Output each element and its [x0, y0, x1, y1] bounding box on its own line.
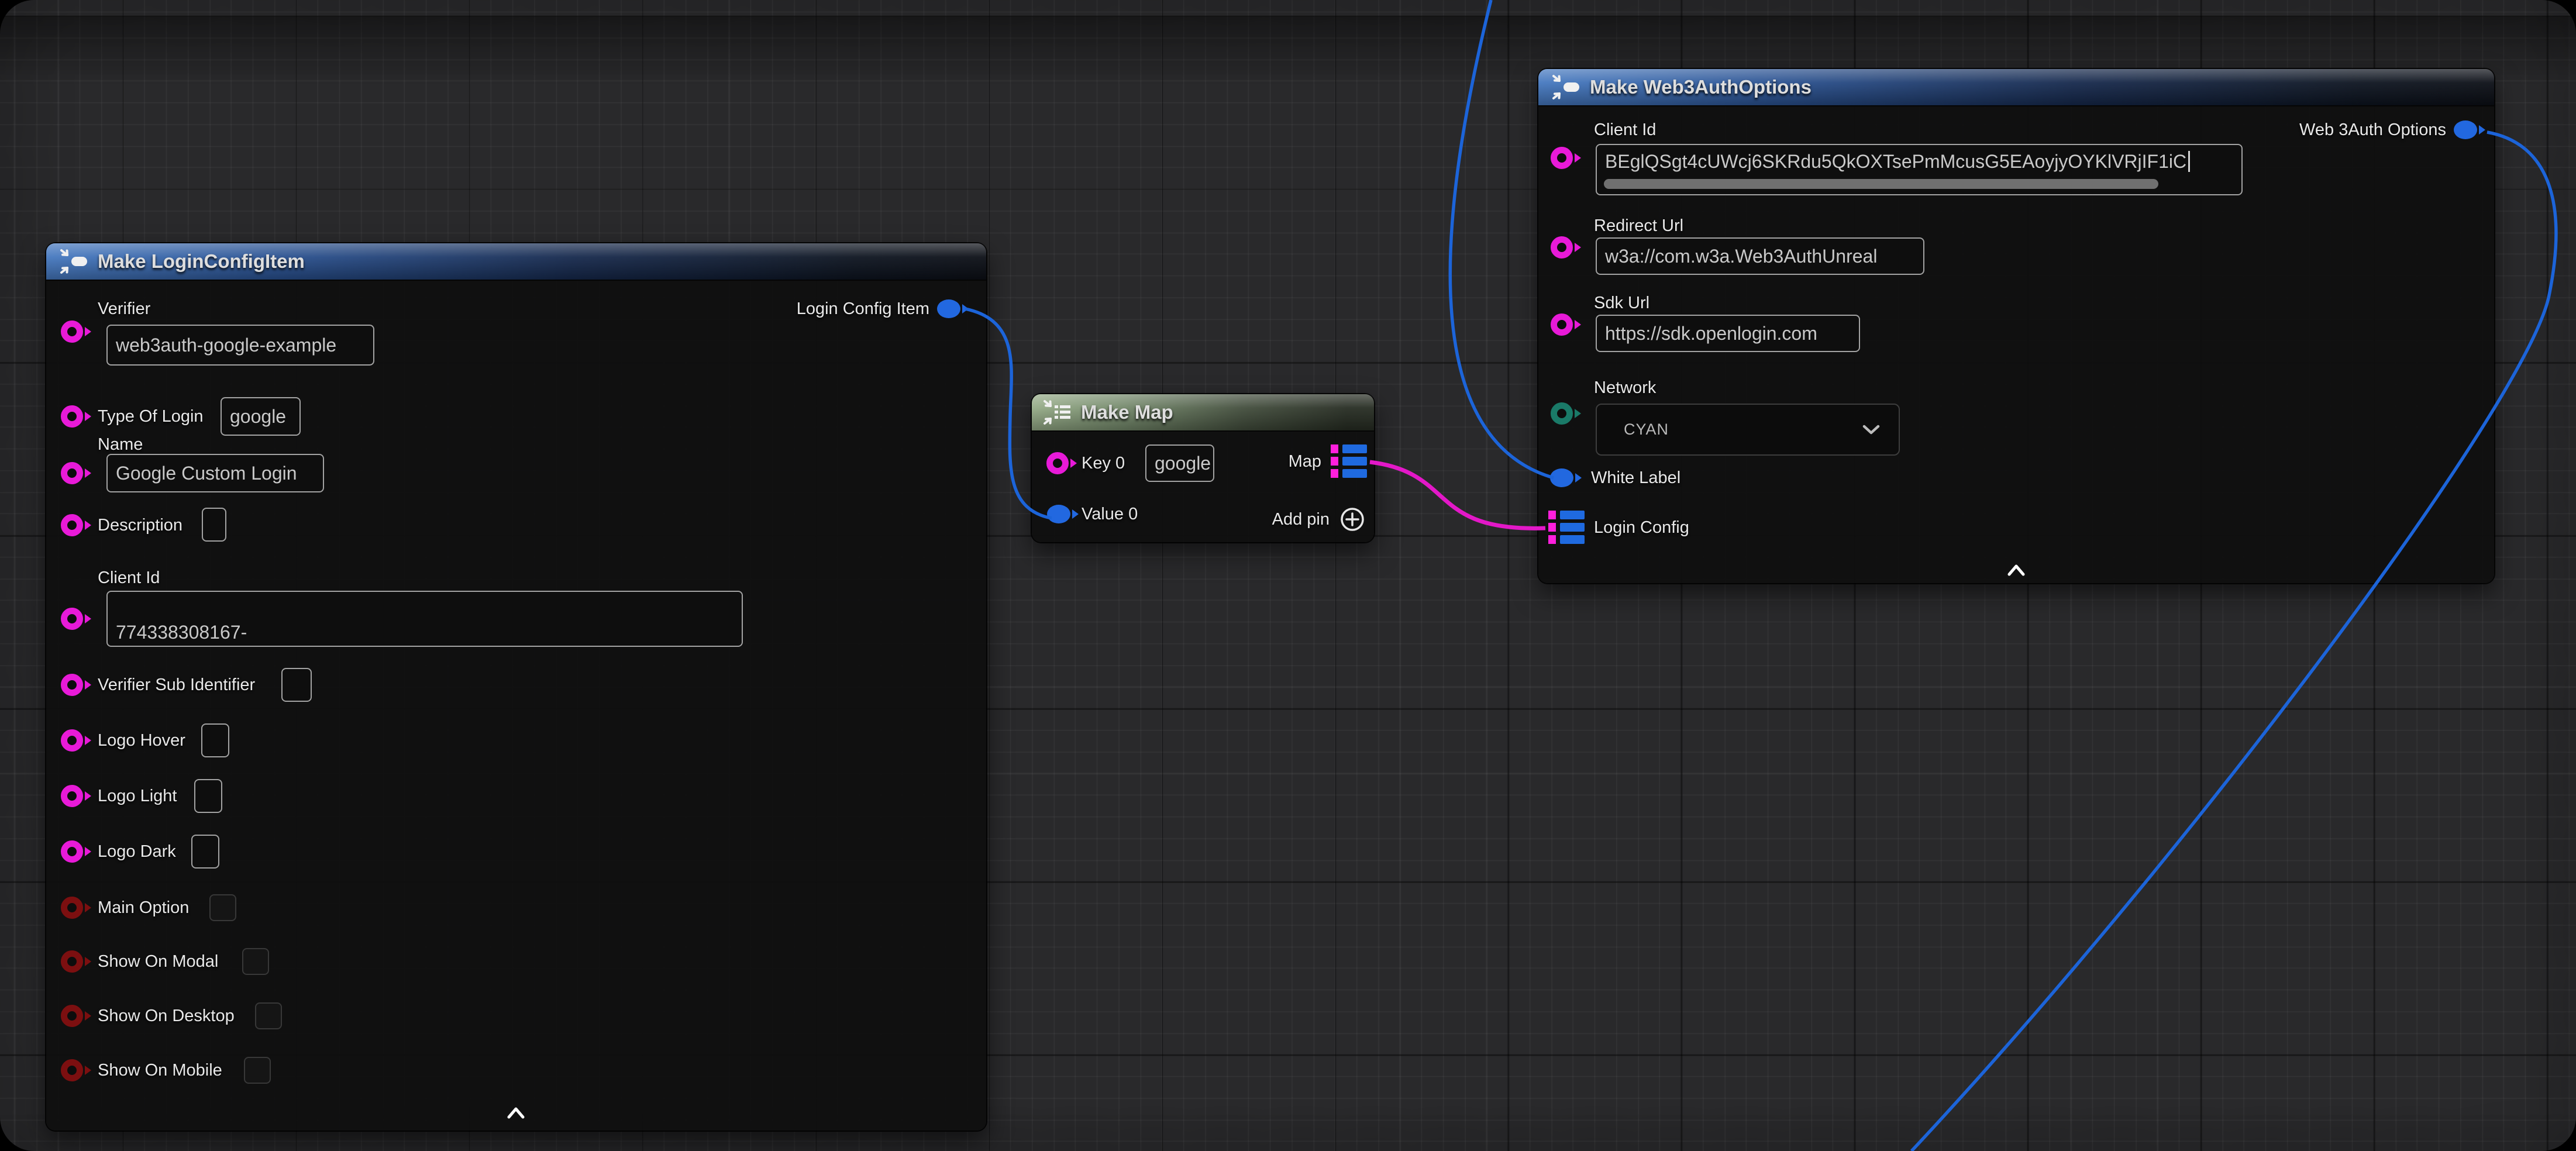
pin-label-verifier-sub-identifier: Verifier Sub Identifier	[98, 676, 255, 694]
pin-main-option[interactable]	[61, 897, 91, 919]
pin-label-value-0: Value 0	[1082, 505, 1138, 523]
pin-label-login-config: Login Config	[1594, 519, 1689, 536]
pin-verifier-sub-identifier[interactable]	[61, 674, 91, 696]
pin-label-sdk-url: Sdk Url	[1594, 294, 1649, 312]
node-header-make-loginconfigitem[interactable]: Make LoginConfigItem	[46, 243, 986, 281]
chevron-up-icon	[2003, 563, 2029, 577]
logo-light-input[interactable]	[194, 779, 222, 813]
network-dropdown[interactable]: CYAN	[1596, 404, 1900, 456]
pin-login-config-item-output[interactable]	[937, 299, 969, 318]
pin-map-output[interactable]	[1331, 444, 1367, 479]
pin-logo-light[interactable]	[61, 785, 91, 807]
wire-map-to-loginconfig	[1370, 462, 1545, 528]
pin-label-redirect-url: Redirect Url	[1594, 217, 1683, 235]
pin-show-on-mobile[interactable]	[61, 1059, 91, 1081]
pin-verifier[interactable]	[61, 321, 91, 343]
pin-label-client-id: Client Id	[98, 569, 160, 587]
pin-white-label[interactable]	[1550, 468, 1582, 487]
pin-label-show-on-modal: Show On Modal	[98, 953, 218, 970]
chevron-down-icon	[1861, 424, 1881, 436]
pin-network[interactable]	[1551, 402, 1581, 425]
pin-label-logo-light: Logo Light	[98, 787, 177, 805]
make-struct-icon	[1551, 74, 1582, 101]
redirect-url-input[interactable]: w3a://com.w3a.Web3AuthUnreal	[1596, 237, 1924, 275]
pin-show-on-modal[interactable]	[61, 950, 91, 973]
collapse-node-button[interactable]	[2003, 563, 2029, 577]
client-id-input[interactable]: 774338308167- q463s7kpvja16l4l0kko3nb925…	[106, 591, 743, 647]
text-cursor	[2188, 151, 2190, 172]
node-header-make-map[interactable]: Make Map	[1032, 394, 1374, 432]
pin-sdk-url[interactable]	[1551, 313, 1581, 336]
pin-label-name: Name	[98, 436, 143, 453]
client-id-input[interactable]: BEglQSgt4cUWcj6SKRdu5QkOXTsePmMcusG5EAoy…	[1596, 144, 2243, 195]
key-0-input[interactable]: google	[1145, 444, 1214, 482]
network-selected-value: CYAN	[1624, 421, 1669, 439]
pin-label-type-of-login: Type Of Login	[98, 408, 204, 425]
node-header-make-web3authoptions[interactable]: Make Web3AuthOptions	[1538, 69, 2494, 106]
pin-logo-dark[interactable]	[61, 840, 91, 863]
node-title: Make Map	[1081, 401, 1173, 423]
add-pin-label: Add pin	[1272, 510, 1330, 529]
pin-name[interactable]	[61, 462, 91, 484]
pin-web-3auth-options-output[interactable]	[2454, 120, 2485, 139]
pin-label-key-0: Key 0	[1082, 454, 1125, 472]
pin-label-web-3auth-options: Web 3Auth Options	[2299, 121, 2446, 139]
chevron-up-icon	[503, 1106, 529, 1120]
show-on-mobile-checkbox[interactable]	[244, 1057, 271, 1084]
sdk-url-input[interactable]: https://sdk.openlogin.com	[1596, 315, 1860, 352]
pin-login-config[interactable]	[1548, 510, 1585, 545]
name-input[interactable]: Google Custom Login	[106, 454, 324, 492]
pin-label-client-id: Client Id	[1594, 121, 1656, 139]
map-pin-icon	[1331, 444, 1367, 479]
pin-label-logo-dark: Logo Dark	[98, 843, 176, 860]
show-on-modal-checkbox[interactable]	[242, 948, 269, 975]
logo-dark-input[interactable]	[191, 835, 219, 869]
pin-redirect-url[interactable]	[1551, 236, 1581, 259]
node-title: Make LoginConfigItem	[98, 250, 305, 273]
add-pin-plus-icon	[1339, 506, 1366, 533]
pin-label-description: Description	[98, 516, 182, 534]
pin-value-0[interactable]	[1047, 505, 1079, 523]
blueprint-graph-canvas[interactable]: Make LoginConfigItem Login Config Item V…	[0, 0, 2576, 1151]
pin-type-of-login[interactable]	[61, 405, 91, 428]
pin-label-verifier: Verifier	[98, 300, 150, 318]
node-make-loginconfigitem[interactable]: Make LoginConfigItem Login Config Item V…	[46, 243, 986, 1131]
pin-label-map: Map	[1289, 453, 1321, 470]
type-of-login-input[interactable]: google	[221, 397, 301, 436]
make-struct-icon	[59, 248, 89, 275]
show-on-desktop-checkbox[interactable]	[255, 1002, 282, 1029]
node-make-map[interactable]: Make Map Key 0 google Map Value 0	[1032, 394, 1374, 542]
client-id-hscrollbar[interactable]	[1604, 179, 2158, 189]
logo-hover-input[interactable]	[201, 723, 229, 757]
pin-label-logo-hover: Logo Hover	[98, 732, 185, 749]
collapse-node-button[interactable]	[503, 1106, 529, 1120]
main-option-checkbox[interactable]	[209, 894, 236, 921]
pin-client-id[interactable]	[61, 608, 91, 630]
pin-description[interactable]	[61, 514, 91, 536]
node-title: Make Web3AuthOptions	[1590, 76, 1812, 98]
verifier-input[interactable]: web3auth-google-example	[106, 325, 374, 366]
add-pin-button[interactable]: Add pin	[1272, 506, 1366, 533]
map-pin-icon	[1548, 510, 1585, 545]
pin-key-0[interactable]	[1046, 452, 1077, 474]
description-input[interactable]	[202, 508, 226, 542]
pin-label-show-on-desktop: Show On Desktop	[98, 1007, 235, 1025]
pin-show-on-desktop[interactable]	[61, 1005, 91, 1027]
pin-label-white-label: White Label	[1591, 469, 1680, 487]
pin-label-network: Network	[1594, 379, 1656, 397]
pin-label-show-on-mobile: Show On Mobile	[98, 1062, 222, 1079]
pin-label-main-option: Main Option	[98, 899, 189, 916]
pin-client-id[interactable]	[1551, 147, 1581, 169]
node-make-web3authoptions[interactable]: Make Web3AuthOptions Web 3Auth Options C…	[1538, 69, 2494, 583]
pin-logo-hover[interactable]	[61, 729, 91, 752]
pin-label-login-config-item: Login Config Item	[797, 300, 929, 318]
make-map-icon	[1042, 399, 1073, 426]
verifier-sub-identifier-input[interactable]	[281, 668, 312, 702]
